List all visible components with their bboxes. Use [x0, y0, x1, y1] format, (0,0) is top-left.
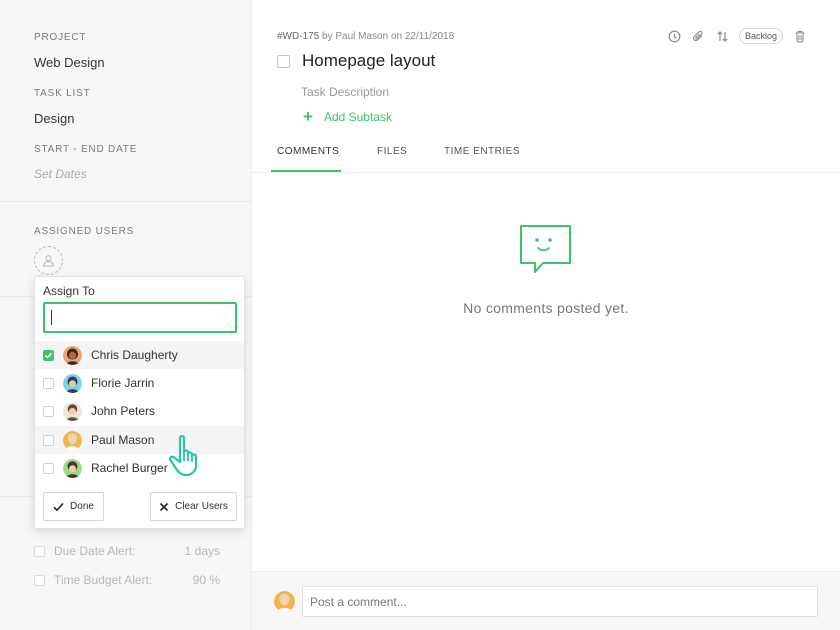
divider	[0, 201, 252, 202]
user-checkbox[interactable]	[43, 405, 54, 417]
task-tabs: COMMENTS FILES TIME ENTRIES	[252, 140, 840, 173]
task-title[interactable]: Homepage layout	[302, 51, 435, 71]
current-user-avatar	[274, 591, 295, 612]
task-id: #WD-175	[277, 31, 320, 42]
due-date-alert-checkbox[interactable]	[34, 545, 45, 557]
close-icon	[160, 502, 169, 511]
check-icon	[53, 502, 64, 511]
time-budget-alert-checkbox[interactable]	[34, 574, 45, 586]
comment-composer: Post a comment...	[252, 571, 840, 630]
add-subtask-button[interactable]: + Add Subtask	[303, 107, 392, 126]
clock-icon[interactable]	[667, 29, 681, 43]
dates-label: START - END DATE	[34, 144, 138, 155]
assign-users-popover: Assign To Chris Daugherty Florie Jarrin …	[34, 276, 245, 529]
task-toolbar: Backlog	[667, 28, 817, 44]
set-dates-link[interactable]: Set Dates	[34, 167, 87, 181]
check-icon	[44, 352, 53, 359]
active-tab-indicator	[271, 170, 341, 172]
chat-bubble-smile-icon	[519, 224, 573, 281]
add-subtask-label: Add Subtask	[323, 110, 392, 124]
clear-users-button[interactable]: Clear Users	[150, 492, 237, 521]
plus-icon: +	[303, 107, 313, 126]
due-date-alert-row[interactable]: Due Date Alert: 1 days	[34, 544, 220, 558]
done-button[interactable]: Done	[43, 492, 104, 521]
user-checkbox[interactable]	[43, 349, 54, 361]
user-checkbox[interactable]	[43, 462, 54, 474]
popover-title: Assign To	[43, 284, 95, 298]
time-budget-alert-label: Time Budget Alert:	[54, 573, 153, 587]
user-option-john-peters[interactable]: John Peters	[35, 397, 244, 425]
project-label: PROJECT	[34, 32, 87, 43]
due-date-alert-label: Due Date Alert:	[54, 544, 136, 558]
clear-users-label: Clear Users	[175, 501, 228, 512]
user-name: Rachel Burger	[91, 461, 168, 475]
avatar	[63, 373, 82, 393]
user-option-chris-daugherty[interactable]: Chris Daugherty	[35, 341, 244, 369]
status-badge[interactable]: Backlog	[739, 28, 784, 44]
text-caret	[51, 310, 52, 325]
assign-search-input[interactable]	[43, 302, 237, 333]
time-budget-alert-row[interactable]: Time Budget Alert: 90 %	[34, 573, 220, 587]
user-checkbox[interactable]	[43, 377, 54, 389]
avatar	[63, 430, 82, 450]
avatar	[63, 345, 82, 365]
tab-comments[interactable]: COMMENTS	[277, 146, 339, 157]
time-budget-alert-value[interactable]: 90 %	[193, 573, 220, 587]
user-checkbox[interactable]	[43, 434, 54, 446]
user-option-rachel-burger[interactable]: Rachel Burger	[35, 454, 244, 482]
user-name: Florie Jarrin	[91, 376, 155, 390]
user-icon	[42, 255, 55, 267]
trash-icon[interactable]	[793, 29, 807, 43]
empty-comments-text: No comments posted yet.	[463, 300, 629, 316]
user-option-paul-mason[interactable]: Paul Mason	[35, 426, 244, 454]
task-list-label: TASK LIST	[34, 88, 91, 99]
task-meta: #WD-175 by Paul Mason on 22/11/2018	[277, 31, 454, 42]
task-complete-checkbox[interactable]	[277, 55, 290, 68]
paperclip-icon[interactable]	[691, 29, 705, 43]
add-assignee-button[interactable]	[34, 246, 63, 275]
avatar	[63, 401, 82, 421]
hand-pointer-cursor-icon	[168, 432, 208, 483]
project-value[interactable]: Web Design	[34, 55, 105, 70]
user-option-florie-jarrin[interactable]: Florie Jarrin	[35, 369, 244, 397]
task-list-value[interactable]: Design	[34, 111, 74, 126]
user-name: Chris Daugherty	[91, 348, 178, 362]
task-description-field[interactable]: Task Description	[301, 85, 389, 99]
user-name: John Peters	[91, 404, 156, 418]
assigned-users-label: ASSIGNED USERS	[34, 226, 135, 237]
comment-input[interactable]: Post a comment...	[302, 586, 818, 617]
task-author-date: by Paul Mason on 22/11/2018	[319, 31, 455, 42]
tab-files[interactable]: FILES	[377, 146, 407, 157]
due-date-alert-value[interactable]: 1 days	[185, 544, 220, 558]
avatar	[63, 458, 82, 478]
done-label: Done	[70, 501, 94, 512]
tab-time-entries[interactable]: TIME ENTRIES	[444, 146, 520, 157]
user-name: Paul Mason	[91, 433, 155, 447]
sort-arrows-icon[interactable]	[715, 29, 729, 43]
